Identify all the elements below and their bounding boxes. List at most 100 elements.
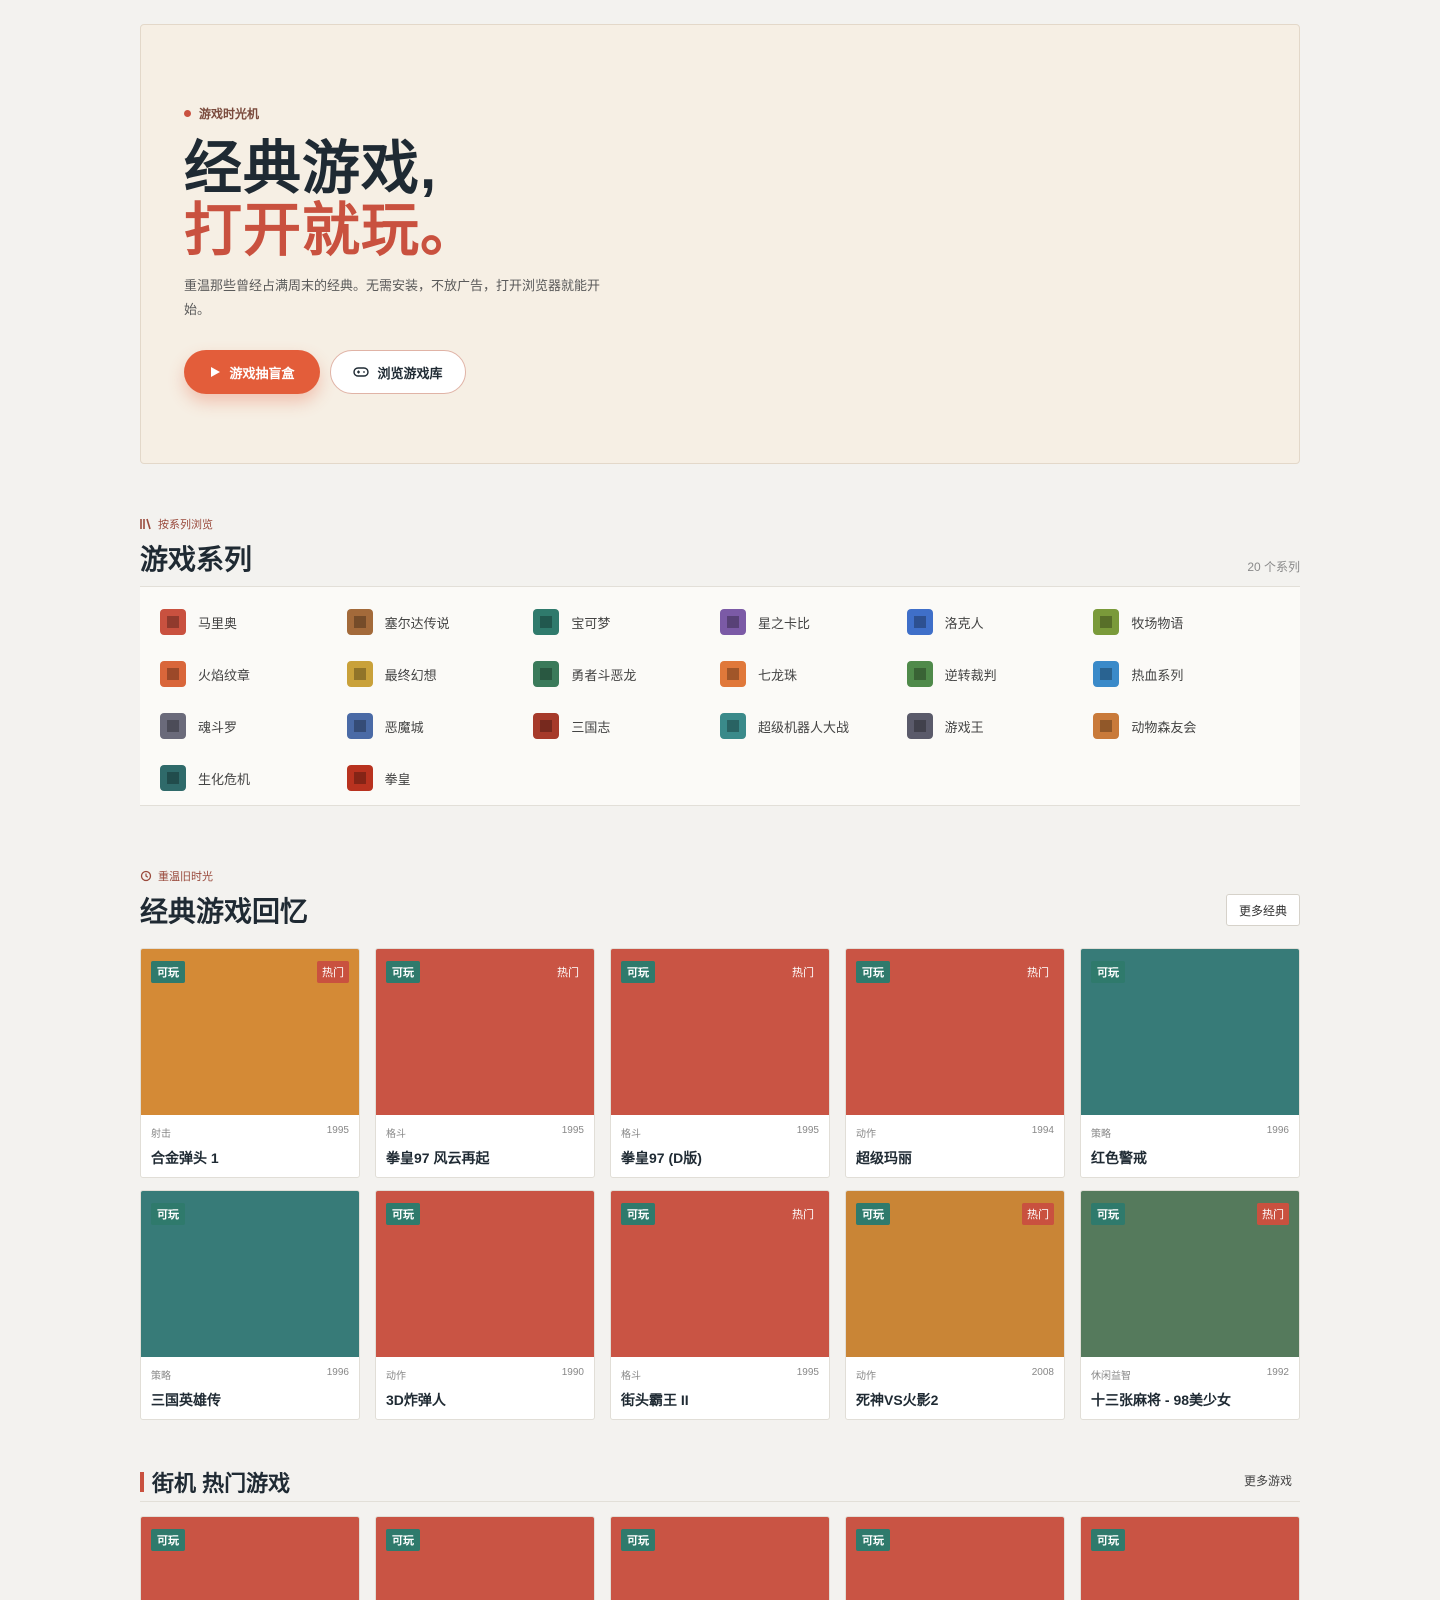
series-item[interactable]: 热血系列	[1093, 655, 1280, 693]
series-item[interactable]: 勇者斗恶龙	[533, 655, 720, 693]
series-item-label: 热血系列	[1131, 667, 1184, 683]
series-item[interactable]: 塞尔达传说	[346, 603, 534, 641]
series-item[interactable]: 七龙珠	[720, 655, 907, 693]
game-thumbnail: 可玩	[376, 1191, 594, 1357]
game-card[interactable]: 可玩动作 1990 3D炸弹人	[375, 1190, 595, 1420]
hot-badge: 热门	[792, 1209, 814, 1221]
pixel-art-icon	[720, 713, 746, 739]
playable-badge: 可玩	[856, 1203, 890, 1225]
game-year: 1996	[326, 1367, 349, 1378]
series-item-label: 塞尔达传说	[384, 615, 450, 631]
series-item[interactable]: 最终幻想	[346, 655, 534, 693]
playable-badge: 可玩	[151, 1203, 185, 1225]
hero-title-line1: 经典游戏,	[184, 136, 438, 201]
more-classics-button[interactable]: 更多经典	[1225, 894, 1300, 926]
game-card[interactable]: 可玩 热门 射击 1995 合金弹头 1	[140, 948, 360, 1178]
series-header: 按系列浏览 游戏系列 20 个系列	[140, 516, 1300, 586]
series-item[interactable]: 三国志	[533, 707, 720, 745]
series-item[interactable]: 拳皇	[346, 759, 534, 797]
browse-library-button[interactable]: 浏览游戏库	[330, 350, 466, 394]
classics-title: 经典游戏回忆	[140, 896, 309, 927]
series-eyebrow-label: 按系列浏览	[158, 519, 213, 531]
browse-library-label: 浏览游戏库	[377, 365, 443, 381]
hero-description: 重温那些曾经占满周末的经典。无需安装，不放广告，打开浏览器就能开始。	[184, 278, 601, 317]
arcade-game-card[interactable]: 可玩	[1080, 1516, 1300, 1600]
game-card[interactable]: 可玩 热门 动作 1994 超级玛丽	[845, 948, 1065, 1178]
series-item[interactable]: 游戏王	[906, 707, 1094, 745]
series-item-label: 生化危机	[198, 771, 251, 787]
series-item-label: 宝可梦	[571, 615, 611, 631]
playable-badge: 可玩	[1091, 1529, 1125, 1551]
series-item[interactable]: 宝可梦	[533, 603, 720, 641]
arcade-game-card[interactable]: 可玩	[140, 1516, 360, 1600]
play-icon	[211, 367, 221, 377]
series-item-label: 洛克人	[944, 615, 984, 631]
playable-badge: 可玩	[386, 961, 420, 983]
series-item[interactable]: 逆转裁判	[906, 655, 1094, 693]
series-item[interactable]: 牧场物语	[1093, 603, 1280, 641]
game-thumbnail: 可玩 热门	[141, 949, 359, 1115]
game-thumbnail: 可玩 热门	[611, 1191, 829, 1357]
game-meta: 格斗 1995	[386, 1125, 584, 1140]
more-games-link[interactable]: 更多游戏	[1244, 1472, 1292, 1489]
game-card[interactable]: 可玩 热门 动作 2008 死神VS火影2	[845, 1190, 1065, 1420]
hero-content: 游戏时光机 经典游戏, 打开就玩。 重温那些曾经占满周末的经典。无需安装，不放广…	[184, 105, 624, 394]
game-thumbnail: 可玩 热门	[846, 1191, 1064, 1357]
series-item[interactable]: 动物森友会	[1093, 707, 1280, 745]
game-year: 1995	[326, 1125, 349, 1136]
series-list: 马里奥 塞尔达传说 宝可梦 星之卡比 洛克人 牧场物语火焰纹章 最终幻想 勇者斗恶龙 七龙珠 逆转…	[140, 586, 1300, 806]
arcade-game-card[interactable]: 可玩	[375, 1516, 595, 1600]
series-item-label: 拳皇	[384, 771, 411, 787]
game-card[interactable]: 可玩 热门 休闲益智 1992 十三张麻将 - 98美少女	[1080, 1190, 1300, 1420]
classics-grid: 可玩 热门 射击 1995 合金弹头 1 可玩 热门 格斗 1995 拳皇97 风云再起 可玩 热门格…	[140, 948, 1300, 1420]
series-item[interactable]: 马里奥	[160, 603, 347, 641]
series-item[interactable]: 魂斗罗	[160, 707, 347, 745]
game-title: 死神VS火影2	[856, 1392, 939, 1408]
series-item[interactable]: 火焰纹章	[160, 655, 347, 693]
game-meta: 格斗 1995	[621, 1367, 819, 1382]
game-card[interactable]: 可玩 策略 1996 三国英雄传	[140, 1190, 360, 1420]
playable-badge: 可玩	[621, 961, 655, 983]
game-card-body: 射击 1995 合金弹头 1	[141, 1115, 359, 1177]
random-game-button[interactable]: 游戏抽盲盒	[184, 350, 320, 394]
playable-badge: 可玩	[386, 1203, 420, 1225]
game-genre: 格斗	[386, 1129, 406, 1140]
game-card[interactable]: 可玩 热门 格斗 1995 拳皇97 (D版)	[610, 948, 830, 1178]
game-year: 1995	[561, 1125, 584, 1136]
playable-badge: 可玩	[621, 1203, 655, 1225]
series-item-label: 最终幻想	[384, 667, 437, 683]
arcade-game-card[interactable]: 可玩	[610, 1516, 830, 1600]
classics-eyebrow-label: 重温旧时光	[158, 871, 213, 883]
game-card[interactable]: 可玩 热门 格斗 1995 拳皇97 风云再起	[375, 948, 595, 1178]
hero-eyebrow: 游戏时光机	[184, 105, 624, 122]
pixel-art-icon	[160, 661, 186, 687]
series-item-label: 逆转裁判	[944, 667, 997, 683]
game-card-body: 格斗 1995 拳皇97 (D版)	[611, 1115, 829, 1177]
series-item[interactable]: 生化危机	[160, 759, 347, 797]
game-meta: 休闲益智 1992	[1091, 1367, 1289, 1382]
arcade-game-card[interactable]: 可玩	[845, 1516, 1065, 1600]
series-item-label: 七龙珠	[758, 667, 798, 683]
series-item[interactable]: 洛克人	[906, 603, 1094, 641]
series-item[interactable]: 超级机器人大战	[720, 707, 907, 745]
game-card[interactable]: 可玩 热门 格斗 1995 街头霸王 II	[610, 1190, 830, 1420]
series-item[interactable]: 恶魔城	[346, 707, 534, 745]
game-thumbnail: 可玩 热门	[846, 949, 1064, 1115]
playable-badge: 可玩	[621, 1529, 655, 1551]
game-genre: 动作	[386, 1371, 406, 1382]
pixel-art-icon	[1093, 713, 1120, 739]
arcade-title: 街机 热门游戏	[140, 1466, 1300, 1498]
game-genre: 策略	[151, 1371, 171, 1382]
arcade-title-label: 街机 热门游戏	[152, 1471, 291, 1496]
series-item-label: 超级机器人大战	[758, 719, 850, 735]
game-thumbnail: 可玩	[1081, 949, 1299, 1115]
pixel-art-icon	[906, 713, 933, 739]
game-title: 3D炸弹人	[386, 1392, 446, 1408]
series-title: 游戏系列	[140, 544, 253, 575]
game-year: 1990	[561, 1367, 584, 1378]
game-card[interactable]: 可玩 策略 1996 红色警戒	[1080, 948, 1300, 1178]
game-thumbnail: 可玩	[141, 1191, 359, 1357]
game-genre: 射击	[151, 1129, 171, 1140]
series-item[interactable]: 星之卡比	[720, 603, 907, 641]
pixel-art-icon	[160, 609, 186, 635]
